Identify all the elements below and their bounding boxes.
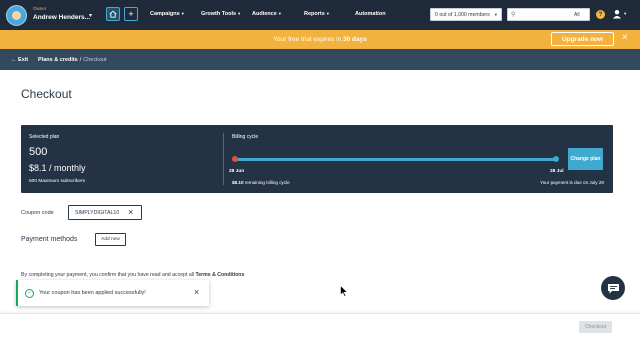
payment-due-text: Your payment is due on July 28: [540, 180, 604, 185]
nav-label: Reports: [304, 11, 325, 17]
chevron-down-icon[interactable]: ▾: [89, 12, 92, 19]
user-icon[interactable]: [612, 9, 622, 19]
add-new-payment-button[interactable]: Add new: [95, 233, 126, 246]
search-box[interactable]: ⚲ All ▾: [507, 8, 590, 21]
cursor-icon: [340, 285, 348, 297]
remaining-amount: $8.10: [232, 180, 244, 185]
close-icon[interactable]: ×: [622, 33, 628, 43]
plan-amount: 500: [29, 146, 48, 158]
plan-panel: Selected plan 500 $8.1 / monthly 500 Max…: [21, 125, 613, 193]
cycle-start-marker: [232, 156, 238, 162]
coupon-code: SIMPLYDIGITAL10: [75, 210, 120, 216]
add-button[interactable]: +: [124, 7, 138, 21]
account-avatar[interactable]: [6, 5, 27, 26]
chevron-down-icon: ▾: [181, 11, 184, 16]
terms-link[interactable]: Terms & Conditions: [195, 272, 244, 278]
consent-body: By completing your payment, you confirm …: [21, 272, 196, 278]
coupon-label: Coupon code: [21, 210, 54, 216]
page-title: Checkout: [21, 87, 72, 101]
coupon-chip: SIMPLYDIGITAL10 ×: [68, 205, 142, 220]
home-icon: [109, 10, 117, 18]
chevron-down-icon: ▾: [278, 11, 282, 16]
help-icon[interactable]: ?: [596, 10, 605, 19]
nav-growth-tools[interactable]: Growth Tools ▾: [201, 11, 240, 17]
chevron-down-icon[interactable]: ▾: [624, 11, 626, 17]
nav-label: Automation: [355, 11, 386, 17]
check-circle-icon: ✓: [25, 289, 34, 298]
chevron-down-icon: ▾: [326, 11, 330, 16]
nav-audience[interactable]: Audience ▾: [252, 11, 281, 17]
cycle-start-date: 28 Jun: [229, 169, 245, 174]
owner-name[interactable]: Andrew Henders...: [33, 14, 90, 21]
breadcrumb: Plans & credits / Checkout: [38, 57, 107, 63]
nav-label: Growth Tools: [201, 11, 237, 17]
cycle-end-marker: [553, 156, 559, 162]
search-icon: ⚲: [511, 12, 516, 18]
nav-campaigns[interactable]: Campaigns ▾: [150, 11, 184, 17]
breadcrumb-separator: /: [79, 57, 82, 63]
exit-label: Exit: [18, 57, 29, 63]
trial-text: Your free trial expires in 30 days: [0, 36, 640, 43]
arrow-left-icon: ←: [11, 57, 19, 63]
exit-link[interactable]: ← Exit: [11, 57, 28, 63]
billing-cycle-label: Billing cycle: [232, 134, 259, 140]
trial-text-prefix: Your free trial expires in: [273, 36, 343, 43]
selected-plan-label: Selected plan: [29, 134, 60, 140]
checkout-button[interactable]: Checkout: [579, 321, 612, 333]
chevron-down-icon: ▾: [494, 12, 497, 17]
close-icon[interactable]: ×: [194, 287, 199, 297]
breadcrumb-checkout: Checkout: [83, 57, 107, 63]
plan-price: $8.1 / monthly: [29, 163, 86, 173]
members-select-value: 0 out of 1,000 members: [435, 11, 490, 18]
breadcrumb-plans-credits[interactable]: Plans & credits: [38, 57, 78, 63]
remaining-suffix: remaining billing cycle: [243, 180, 290, 185]
owner-role: Owner: [33, 6, 47, 11]
chevron-down-icon[interactable]: ▾: [584, 12, 586, 17]
top-nav: Owner Andrew Henders... ▾ + Campaigns ▾ G…: [0, 0, 640, 30]
divider: [223, 133, 224, 185]
search-scope[interactable]: All: [574, 12, 580, 18]
trial-banner: Your free trial expires in 30 days: [0, 30, 640, 49]
plus-icon: +: [128, 9, 134, 19]
chat-icon: [607, 283, 619, 293]
home-button[interactable]: [106, 7, 120, 21]
plan-subscribers: 500 Maximum subscribers: [29, 179, 85, 184]
close-icon[interactable]: ×: [128, 207, 133, 217]
chevron-down-icon: ▾: [238, 11, 241, 16]
success-toast: ✓ Your coupon has been applied successfu…: [16, 280, 209, 306]
payment-methods-label: Payment methods: [21, 236, 78, 243]
billing-cycle-track: [236, 158, 556, 161]
trial-days: 30 days: [343, 36, 367, 43]
change-plan-button[interactable]: Change plan: [568, 148, 603, 170]
cycle-remaining: $8.10 remaining billing cycle: [232, 180, 290, 185]
consent-text: By completing your payment, you confirm …: [21, 272, 244, 278]
toast-message: Your coupon has been applied successfull…: [39, 290, 146, 296]
footer-bar: [0, 313, 640, 341]
nav-label: Campaigns: [150, 11, 180, 17]
nav-automation[interactable]: Automation: [355, 11, 386, 17]
upgrade-now-button[interactable]: Upgrade now: [551, 32, 614, 46]
nav-label: Audience: [252, 11, 277, 17]
members-select[interactable]: 0 out of 1,000 members ▾: [430, 8, 502, 21]
chat-button[interactable]: [601, 276, 625, 300]
search-input[interactable]: [518, 10, 568, 19]
cycle-end-date: 28 Jul: [550, 169, 564, 174]
nav-reports[interactable]: Reports ▾: [304, 11, 329, 17]
